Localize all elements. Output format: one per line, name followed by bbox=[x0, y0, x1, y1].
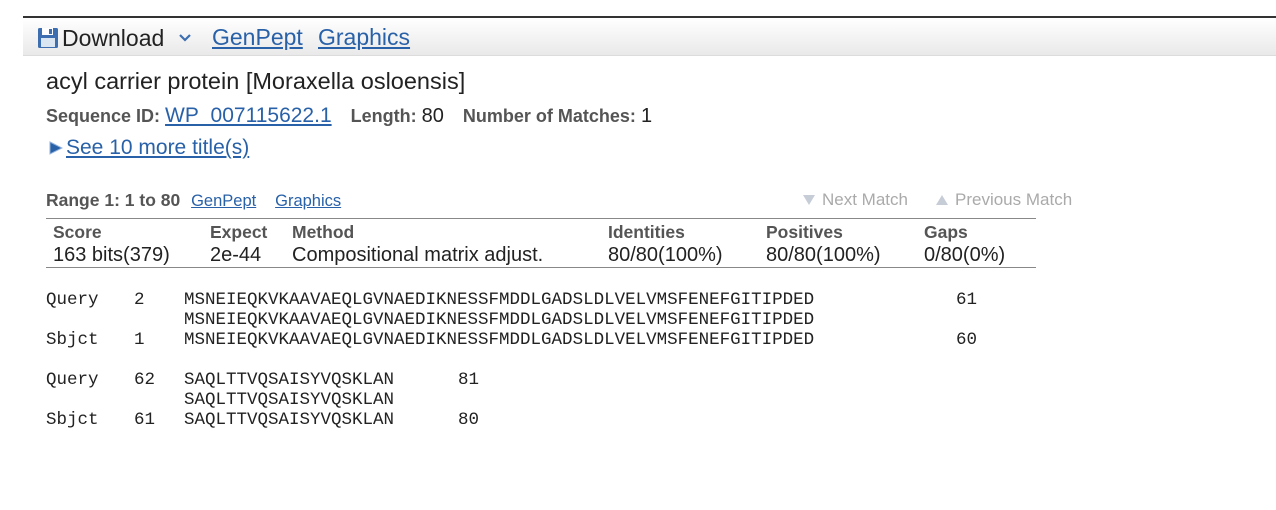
range-label: Range 1: 1 to 80 bbox=[46, 190, 181, 210]
row-end: 81 bbox=[458, 370, 480, 390]
download-label: Download bbox=[62, 25, 165, 51]
graphics-link[interactable]: Graphics bbox=[318, 25, 410, 49]
next-match-button[interactable]: Next Match bbox=[802, 190, 908, 210]
row-label: Query bbox=[46, 290, 99, 310]
arrow-down-icon bbox=[803, 195, 815, 205]
row-end: 61 bbox=[956, 290, 978, 310]
chevron-down-icon[interactable] bbox=[178, 33, 192, 43]
row-sequence: SAQLTTVQSAISYVQSKLAN bbox=[184, 410, 395, 430]
length-value: 80 bbox=[421, 105, 444, 127]
length-label: Length: bbox=[350, 106, 417, 126]
download-menu[interactable]: Download bbox=[37, 25, 192, 51]
see-more-link[interactable]: See 10 more title(s) bbox=[66, 136, 249, 160]
range-graphics-link[interactable]: Graphics bbox=[275, 192, 341, 210]
matches-value: 1 bbox=[640, 105, 653, 127]
row-sequence: MSNEIEQKVKAAVAEQLGVNAEDIKNESSFMDDLGADSLD… bbox=[184, 290, 815, 310]
sequence-id-link[interactable]: WP_007115622.1 bbox=[165, 104, 332, 127]
gaps-value: 0/80(0%) bbox=[924, 244, 1006, 266]
arrow-up-icon bbox=[936, 195, 948, 205]
row-end: 60 bbox=[956, 330, 978, 350]
match-sequence: SAQLTTVQSAISYVQSKLAN bbox=[184, 390, 395, 410]
row-end: 80 bbox=[458, 410, 480, 430]
row-start: 62 bbox=[134, 370, 156, 390]
alignment-sbjct-row: Sbjct 61 SAQLTTVQSAISYVQSKLAN 80 bbox=[46, 410, 479, 510]
previous-match-button[interactable]: Previous Match bbox=[935, 190, 1072, 210]
next-match-label: Next Match bbox=[822, 190, 908, 209]
identities-header: Identities bbox=[608, 222, 685, 242]
method-value: Compositional matrix adjust. bbox=[292, 244, 544, 266]
previous-match-label: Previous Match bbox=[955, 190, 1073, 209]
alignment-stats-table: Score Expect Method Identities Positives… bbox=[46, 218, 1036, 268]
expect-header: Expect bbox=[210, 222, 268, 242]
row-start: 61 bbox=[134, 410, 156, 430]
genpept-link[interactable]: GenPept bbox=[212, 25, 303, 49]
matches-label: Number of Matches: bbox=[462, 106, 636, 126]
identities-value: 80/80(100%) bbox=[608, 244, 723, 266]
positives-header: Positives bbox=[766, 222, 843, 242]
hit-title: acyl carrier protein [Moraxella osloensi… bbox=[46, 68, 466, 94]
gaps-header: Gaps bbox=[924, 222, 968, 242]
toolbar: Download GenPept Graphics bbox=[23, 18, 1276, 56]
score-header: Score bbox=[53, 222, 102, 242]
row-label: Sbjct bbox=[46, 410, 99, 430]
row-start: 1 bbox=[134, 330, 145, 350]
range-genpept-link[interactable]: GenPept bbox=[191, 192, 256, 210]
range-line: Range 1: 1 to 80 GenPept Graphics bbox=[46, 190, 341, 211]
score-value: 163 bits(379) bbox=[53, 244, 170, 266]
match-sequence: MSNEIEQKVKAAVAEQLGVNAEDIKNESSFMDDLGADSLD… bbox=[184, 310, 815, 330]
sequence-info: Sequence ID: WP_007115622.1 Length: 80 N… bbox=[46, 104, 652, 128]
positives-value: 80/80(100%) bbox=[766, 244, 881, 266]
see-more-titles[interactable]: See 10 more title(s) bbox=[48, 136, 249, 160]
expand-triangle-icon bbox=[49, 141, 63, 155]
row-label: Query bbox=[46, 370, 99, 390]
method-header: Method bbox=[292, 222, 355, 242]
row-sequence: SAQLTTVQSAISYVQSKLAN bbox=[184, 370, 395, 390]
row-label: Sbjct bbox=[46, 330, 99, 350]
floppy-disk-icon bbox=[38, 28, 58, 48]
row-start: 2 bbox=[134, 290, 145, 310]
row-sequence: MSNEIEQKVKAAVAEQLGVNAEDIKNESSFMDDLGADSLD… bbox=[184, 330, 815, 350]
sequence-id-label: Sequence ID: bbox=[46, 106, 161, 126]
expect-value: 2e-44 bbox=[210, 244, 262, 266]
